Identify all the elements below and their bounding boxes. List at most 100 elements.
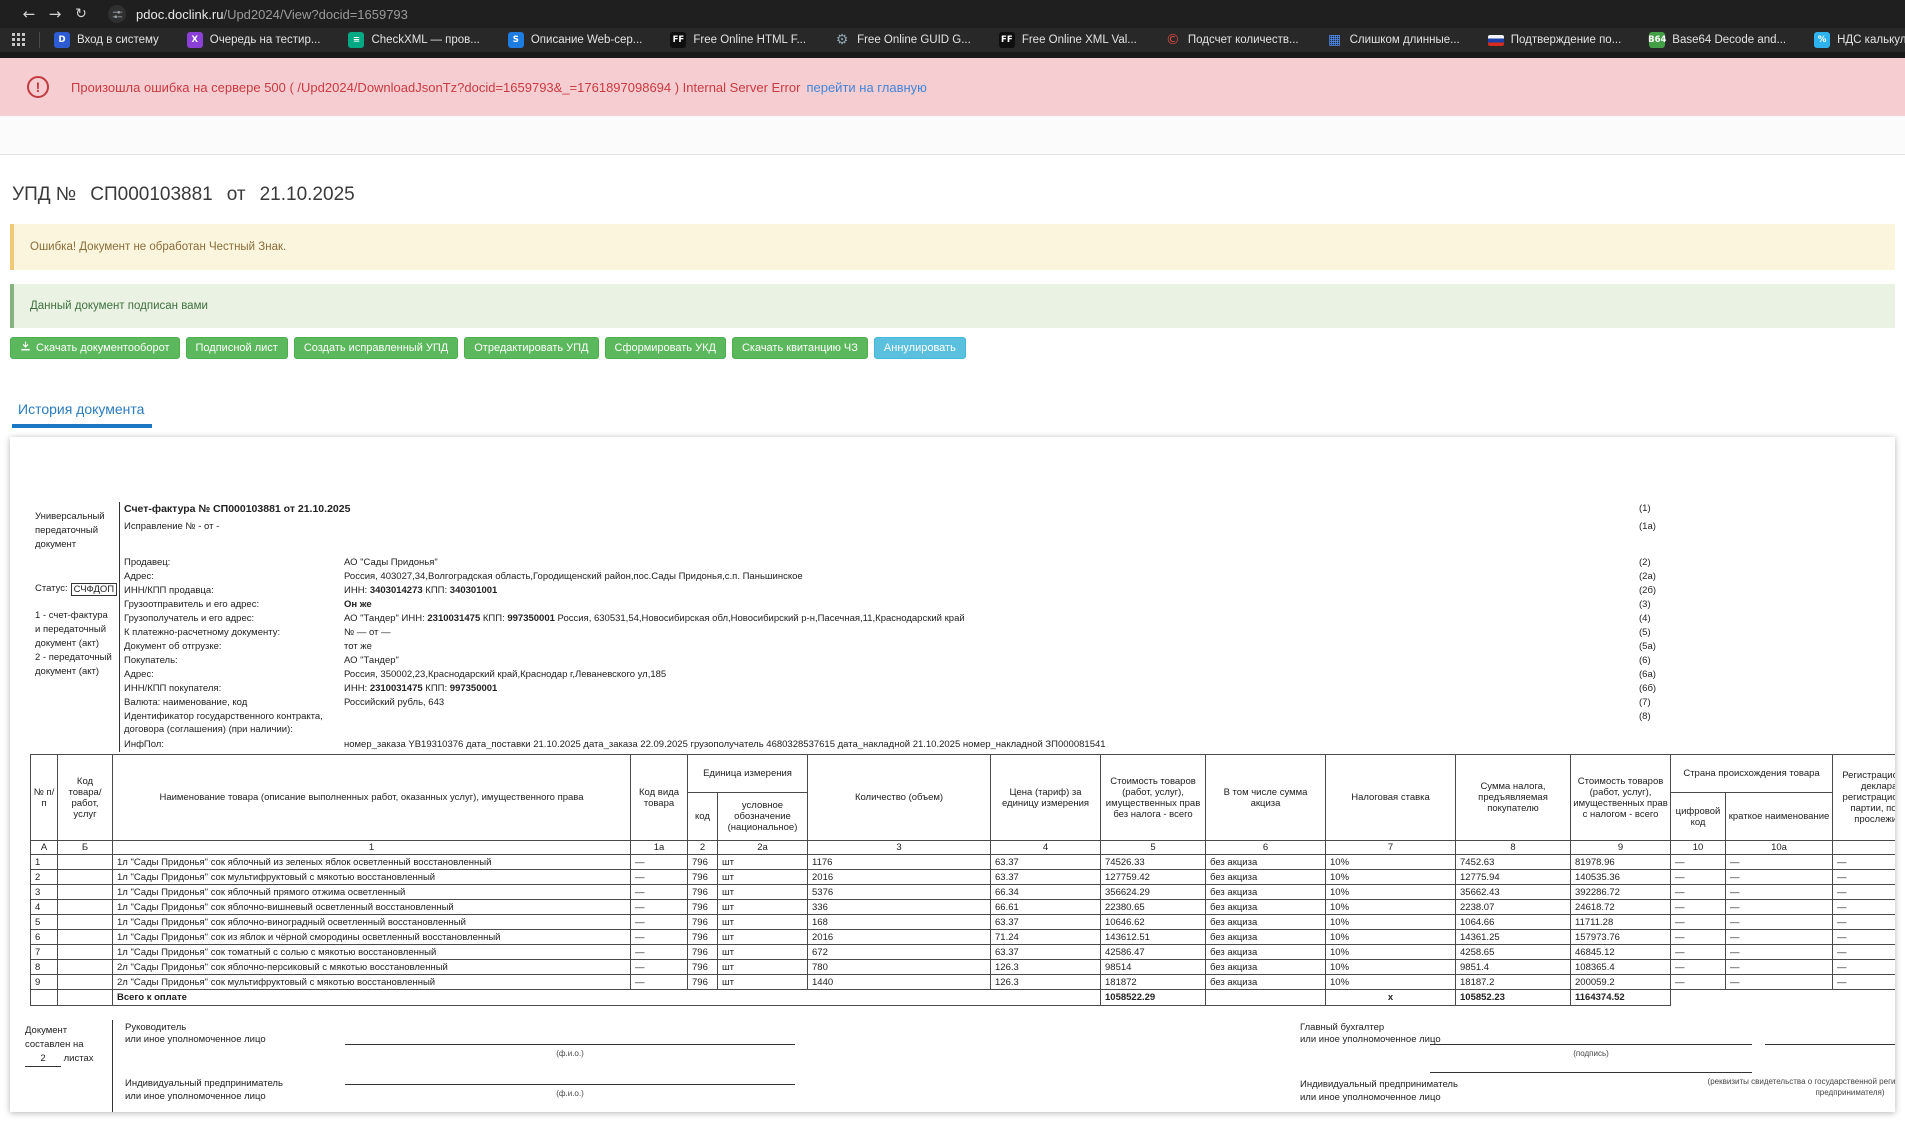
- bookmark-label: Base64 Decode and...: [1672, 34, 1787, 46]
- cell: шт: [716, 914, 809, 930]
- cell: 10%: [1325, 869, 1457, 885]
- cell: —: [630, 914, 688, 930]
- cell: 4258.65: [1455, 944, 1572, 960]
- bookmark-favicon: %: [1814, 32, 1831, 48]
- status-line: Статус: СЧФДОП: [35, 582, 118, 596]
- bookmark-item[interactable]: B64 Base64 Decode and...: [1648, 32, 1787, 48]
- column-letter: [1832, 840, 1895, 855]
- invoice-field-row: Адрес: Россия, 403027,34,Волгоградская об…: [124, 570, 1895, 584]
- cell: —: [1670, 869, 1727, 885]
- column-header: Цена (тариф) за единицу измерения: [990, 754, 1102, 841]
- cell: —: [1832, 869, 1895, 885]
- button-label: Аннулировать: [883, 342, 956, 354]
- cell: 1л "Сады Придонья" сок томатный с солью …: [112, 944, 631, 960]
- column-header: Код товара/ работ, услуг: [57, 754, 113, 841]
- signature-sheet-button[interactable]: Подписной лист: [185, 337, 288, 359]
- cell: —: [630, 944, 688, 960]
- error-home-link[interactable]: перейти на главную: [806, 80, 926, 95]
- bookmark-item[interactable]: ≡ CheckXML — пров...: [348, 32, 480, 48]
- download-docflow-button[interactable]: Скачать документооборот: [10, 337, 180, 359]
- reload-button[interactable]: ↻: [68, 6, 94, 22]
- invoice-field-row: ИНН/КПП продавца: ИНН: 3403014273 КПП: 34…: [124, 584, 1895, 598]
- field-label: ИНН/КПП продавца:: [124, 585, 214, 596]
- bookmark-item[interactable]: Подтверждение по...: [1487, 34, 1621, 46]
- apps-grid-icon[interactable]: [12, 32, 27, 48]
- address-bar-row: ← → ↻ pdoc.doclink.ru/Upd2024/View?docid…: [0, 0, 1905, 28]
- cell: —: [630, 929, 688, 945]
- cell: —: [1832, 929, 1895, 945]
- bookmark-item[interactable]: D Вход в систему: [54, 32, 159, 48]
- cell: —: [1832, 854, 1895, 870]
- column-letter: 1: [112, 840, 631, 855]
- bookmark-label: Free Online HTML F...: [693, 34, 807, 46]
- cell: 200059.2: [1570, 974, 1672, 990]
- signature-line-accountant: [1430, 1044, 1752, 1045]
- signature-caption-director: (ф.и.о.): [556, 1049, 584, 1058]
- cell: 2л "Сады Придонья" сок яблочно-персиковы…: [112, 959, 631, 975]
- annul-button[interactable]: Аннулировать: [873, 337, 966, 359]
- bookmark-item[interactable]: % НДС калькулятор о...: [1814, 32, 1905, 48]
- cell: 1440: [807, 974, 992, 990]
- error-message: Произошла ошибка на сервере 500 ( /Upd20…: [71, 79, 801, 95]
- field-label: Покупатель:: [124, 655, 178, 666]
- table-row: 5 1л "Сады Придонья" сок яблочно-виноград…: [30, 914, 1895, 930]
- bookmark-favicon: B64: [1648, 32, 1666, 48]
- cell: 796: [687, 929, 718, 945]
- back-button[interactable]: ←: [16, 5, 42, 23]
- cell: 796: [687, 869, 718, 885]
- total-cell: [30, 989, 58, 1006]
- column-letter: 8: [1455, 840, 1572, 855]
- cell: —: [1725, 914, 1834, 930]
- bookmark-item[interactable]: S Описание Web-сер...: [507, 32, 642, 48]
- create-corrected-upd-button[interactable]: Создать исправленный УПД: [293, 337, 459, 359]
- cell: 6: [30, 929, 58, 945]
- signed-alert: Данный документ подписан вами: [10, 284, 1895, 328]
- cell: 98514: [1100, 959, 1207, 975]
- field-label: ИнфПол:: [124, 739, 164, 750]
- column-header: Налоговая ставка: [1325, 754, 1457, 841]
- field-label: Документ об отгрузке:: [124, 641, 222, 652]
- cell: 22380.65: [1100, 899, 1207, 915]
- create-ukd-button[interactable]: Сформировать УКД: [604, 337, 726, 359]
- column-header: Наименование товара (описание выполненны…: [112, 754, 631, 841]
- cell: 2л "Сады Придонья" сок мультифруктовый с…: [112, 974, 631, 990]
- cell: 42586.47: [1100, 944, 1207, 960]
- bookmark-favicon: S: [507, 32, 524, 48]
- signature-line-accountant-2: [1765, 1044, 1895, 1045]
- download-icon: [20, 341, 31, 355]
- cell: —: [1670, 854, 1727, 870]
- address-bar[interactable]: pdoc.doclink.ru/Upd2024/View?docid=16597…: [136, 7, 408, 22]
- signature-caption-entrepreneur-right: (реквизиты свидетельства о государственн…: [1707, 1077, 1895, 1097]
- forward-button[interactable]: →: [42, 5, 68, 23]
- site-info-icon[interactable]: [108, 5, 126, 23]
- cell: 14361.25: [1455, 929, 1572, 945]
- cell: 66.61: [990, 899, 1102, 915]
- cell: 10%: [1325, 914, 1457, 930]
- bookmark-favicon: D: [54, 32, 70, 48]
- cell: [57, 914, 113, 930]
- column-header: Количество (объем): [807, 754, 992, 841]
- bookmark-item[interactable]: FF Free Online XML Val...: [998, 32, 1137, 48]
- bookmark-item[interactable]: FF Free Online HTML F...: [670, 32, 806, 48]
- download-chz-receipt-button[interactable]: Скачать квитанцию ЧЗ: [731, 337, 868, 359]
- table-row: 6 1л "Сады Придонья" сок из яблок и чёрно…: [30, 929, 1895, 945]
- cell: 1л "Сады Придонья" сок яблочно-виноградн…: [112, 914, 631, 930]
- cell: без акциза: [1205, 884, 1327, 900]
- ref-1a: (1а): [1639, 521, 1656, 532]
- tab-document-history[interactable]: История документа: [12, 395, 153, 428]
- bookmark-item[interactable]: ⚙ Free Online GUID G...: [834, 32, 971, 48]
- bookmark-item[interactable]: © Подсчет количеств...: [1165, 32, 1299, 48]
- cell: —: [1832, 944, 1895, 960]
- bookmark-label: Вход в систему: [77, 34, 159, 46]
- invoice-field-row: Покупатель: АО "Тандер" (6): [124, 654, 1895, 668]
- cell: 796: [687, 959, 718, 975]
- edit-upd-button[interactable]: Отредактировать УПД: [464, 337, 599, 359]
- signature-line-entrepreneur-right: [1430, 1072, 1752, 1073]
- cell: 24618.72: [1570, 899, 1672, 915]
- bookmark-item[interactable]: X Очередь на тестир...: [186, 32, 320, 48]
- invoice-table: № п/п Код товара/ работ, услуг Наименовани…: [30, 754, 1895, 1006]
- field-ref: (3): [1639, 599, 1651, 610]
- bookmark-item[interactable]: ▦ Слишком длинные...: [1327, 32, 1460, 48]
- field-label: Грузополучатель и его адрес:: [124, 613, 255, 624]
- field-ref: (7): [1639, 697, 1651, 708]
